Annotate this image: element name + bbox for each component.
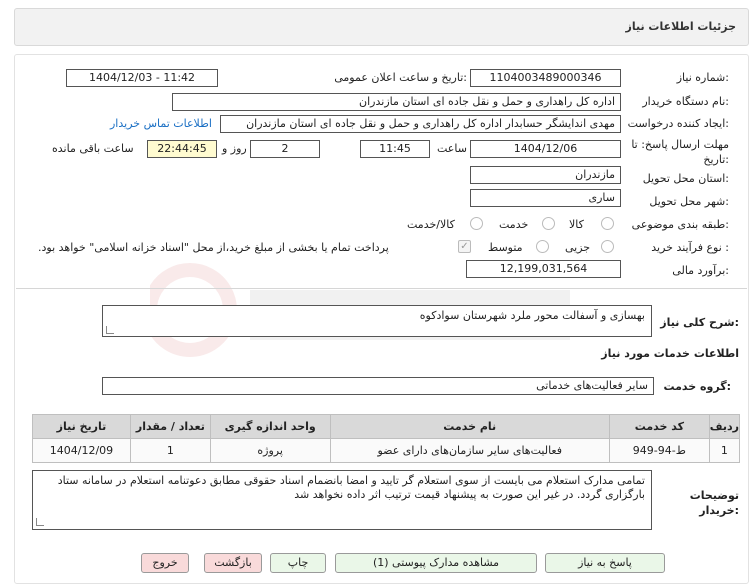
process-label: نوع فرآیند خرید : [651,241,729,254]
summary-textarea[interactable]: بهسازی و آسفالت محور ملرد شهرستان سوادکو… [102,305,652,337]
table-row: 1 ط-94-949 فعالیت‌های سایر سازمان‌های دا… [32,438,741,463]
deadline-time-label: ساعت [437,142,467,155]
category-label: طبقه بندی موضوعی: [631,218,729,231]
summary-label: شرح کلی نیاز: [660,316,739,329]
page-title: جزئیات اطلاعات نیاز [625,20,737,33]
print-button[interactable]: چاپ [270,553,326,573]
deadline-label: مهلت ارسال پاسخ: تا تاریخ: [619,137,729,167]
services-section-title: اطلاعات خدمات مورد نیاز [601,347,739,360]
deadline-date-field: 1404/12/06 [470,140,621,158]
buyer-notes-label-text: توضیحات خریدار: [689,489,739,517]
cell-need-date: 1404/12/09 [32,438,131,463]
reply-button[interactable]: پاسخ به نیاز [545,553,665,573]
cell-row-number: 1 [708,438,741,463]
divider [16,288,747,289]
need-number-label: شماره نیاز: [676,71,729,84]
table-header-row: ردیف کد خدمت نام خدمت واحد اندازه گیری ت… [32,414,741,439]
attachments-button[interactable]: مشاهده مدارک پیوستی (1) [335,553,537,573]
col-header-service-code: کد خدمت [608,414,710,439]
col-header-quantity: تعداد / مقدار [129,414,211,439]
exit-button[interactable]: خروج [141,553,189,573]
process-radio-medium[interactable] [536,240,549,253]
buyer-notes-text: تمامی مدارک استعلام می بایست از سوی استع… [57,474,645,501]
buyer-contact-link[interactable]: اطلاعات تماس خریدار [110,117,212,130]
service-group-label: گروه خدمت: [663,380,731,393]
process-option-medium: متوسط [488,241,523,254]
cell-unit: پروژه [209,438,331,463]
city-label: شهر محل تحویل: [649,195,729,208]
buyer-org-label: نام دستگاه خریدار: [642,95,729,108]
notes-resize-grip-icon[interactable] [36,518,44,526]
col-header-service-name: نام خدمت [329,414,610,439]
remaining-time-label: ساعت باقی مانده [52,142,134,155]
category-option-goods-service: کالا/خدمت [407,218,455,231]
days-field: 2 [250,140,320,158]
service-group-field: سایر فعالیت‌های خدماتی [102,377,654,395]
estimate-label: برآورد مالی: [672,264,729,277]
estimate-field: 12,199,031,564 [466,260,621,278]
cell-service-code: ط-94-949 [608,438,710,463]
city-field: ساری [470,189,621,207]
process-option-minor: جزیی [565,241,591,254]
resize-grip-icon[interactable] [106,326,114,334]
announce-date-label: تاریخ و ساعت اعلان عمومی: [334,71,467,84]
treasury-payment-checkbox[interactable]: ✓ [458,240,471,253]
remaining-time-field: 22:44:45 [147,140,217,158]
category-option-goods: کالا [569,218,584,231]
services-table: ردیف کد خدمت نام خدمت واحد اندازه گیری ت… [32,414,741,463]
col-header-unit: واحد اندازه گیری [209,414,331,439]
buyer-notes-label: توضیحات خریدار: [669,488,739,518]
treasury-payment-note: پرداخت تمام یا بخشی از مبلغ خرید،از محل … [38,241,389,254]
need-number-field: 1104003489000346 [470,69,621,87]
back-button[interactable]: بازگشت [204,553,262,573]
cell-service-name: فعالیت‌های سایر سازمان‌های دارای عضو [329,438,610,463]
category-radio-goods[interactable] [601,217,614,230]
days-label: روز و [222,142,247,155]
col-header-row-number: ردیف [708,414,741,439]
province-field: مازندران [470,166,621,184]
deadline-label-text: مهلت ارسال پاسخ: تا تاریخ: [631,138,729,166]
cell-quantity: 1 [129,438,211,463]
category-radio-service[interactable] [542,217,555,230]
requester-field: مهدی اندایشگر حسابدار اداره کل راهداری و… [220,115,621,133]
requester-label: ایجاد کننده درخواست: [627,117,729,130]
process-radio-minor[interactable] [601,240,614,253]
buyer-notes-textarea[interactable]: تمامی مدارک استعلام می بایست از سوی استع… [32,470,652,530]
deadline-time-field: 11:45 [360,140,430,158]
col-header-need-date: تاریخ نیاز [32,414,131,439]
buyer-org-field: اداره کل راهداری و حمل و نقل جاده ای است… [172,93,621,111]
summary-text: بهسازی و آسفالت محور ملرد شهرستان سوادکو… [419,309,645,322]
page-header: جزئیات اطلاعات نیاز [14,8,749,46]
announce-date-field: 1404/12/03 - 11:42 [66,69,218,87]
category-option-service: خدمت [499,218,529,231]
category-radio-goods-service[interactable] [470,217,483,230]
province-label: استان محل تحویل: [642,172,729,185]
